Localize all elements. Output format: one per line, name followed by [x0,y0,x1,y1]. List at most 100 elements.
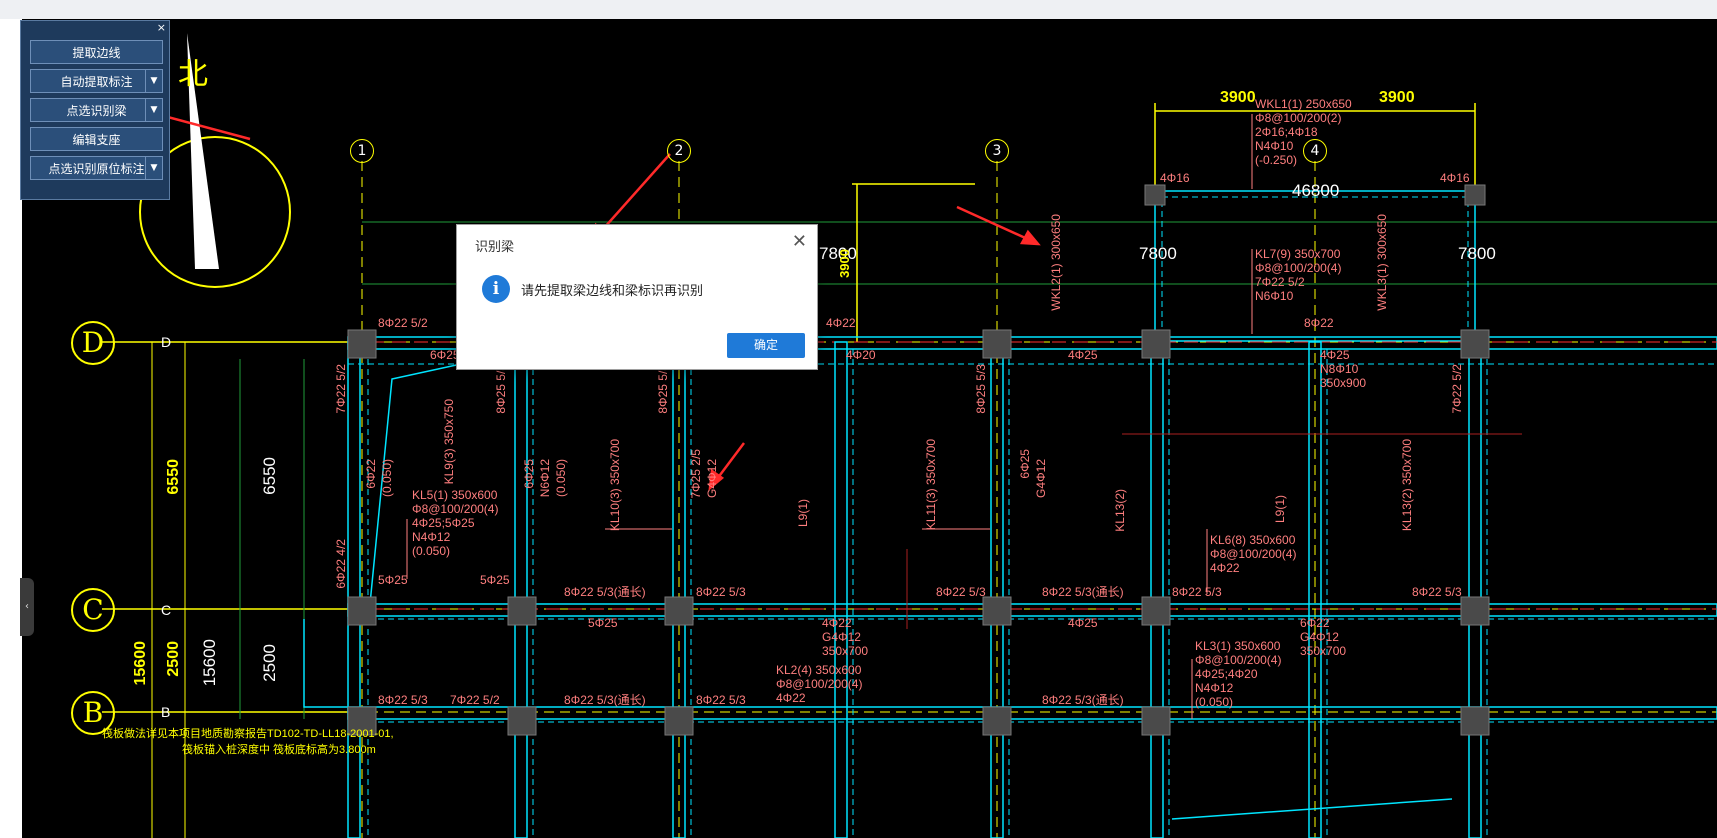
rebar-row-c-5: 8Φ22 5/3 [1172,585,1222,599]
auto-extract-annotation-button[interactable]: 自动提取标注 ▼ [30,69,163,93]
cad-canvas[interactable]: 北 D C B D C B 1 2 3 4 3900 3900 46800 78… [22,19,1717,838]
pick-identify-beam-button[interactable]: 点选识别梁 ▼ [30,98,163,122]
beam-label-kl11: KL11(3) 350x700 [924,439,938,531]
beam-label-line: 4Φ25;4Φ20 [1195,667,1258,681]
beam-label-line: (0.050) [412,544,451,558]
beam-label-line: 4Φ22 [1210,561,1240,575]
rebar-vert-13: (0.050) [554,459,568,498]
chevron-down-icon[interactable]: ▼ [145,99,162,121]
rebar-row-c-7: 5Φ25 [588,616,618,630]
rebar-row-c-4: 8Φ22 5/3(通长) [1042,585,1124,599]
beam-label-line: N4Φ12 [1195,681,1234,695]
beam-label-line: G4Φ12 [1300,630,1339,644]
beam-label-line: 350x700 [822,644,869,658]
dim-2500-yellow: 2500 [165,641,182,677]
rebar-vert-9: G4Φ12 [1034,459,1048,498]
beam-label-line: Φ8@100/200(4) [412,502,499,516]
rebar-vert-7: G4Φ12 [705,459,719,498]
beam-label-kl2: KL2(4) 350x600 Φ8@100/200(4) 4Φ22 [776,663,862,705]
rebar-vert-1: 8Φ25 5/3 [494,364,508,414]
top-bar [0,0,1717,20]
axis-bubble-d: D [71,321,115,365]
extract-edge-button[interactable]: 提取边线 [30,40,163,64]
beam-label-line: N4Φ10 [1255,139,1294,153]
axis-small-b: B [161,704,171,720]
beam-label-l9b: L9(1) [1273,495,1287,524]
beam-label-kl3: KL3(1) 350x600 Φ8@100/200(4) 4Φ25;4Φ20 N… [1195,639,1281,709]
beam-label-line: 350x900 [1320,376,1367,390]
beam-label-kl6: KL6(8) 350x600 Φ8@100/200(4) 4Φ22 [1210,533,1296,575]
beam-label-line: 4Φ22 [776,691,806,705]
identify-beam-dialog: 识别梁 ✕ i 请先提取梁边线和梁标识再识别 确定 [456,224,818,370]
dim-3900-left: 3900 [1220,89,1256,106]
axis-bubble-c: C [71,588,115,632]
rebar-4d16-right: 4Φ16 [1440,171,1470,185]
drawing-note-1: 筏板做法详见本项目地质勘察报告TD102-TD-LL18-2001-01, [102,728,394,740]
beam-label-line: Φ8@100/200(4) [1255,261,1342,275]
rebar-vert-4: 7Φ22 5/2 [1450,364,1464,414]
edit-support-label: 编辑支座 [72,133,121,147]
pick-identify-inplace-annotation-button[interactable]: 点选识别原位标注 ▼ [30,156,163,180]
rebar-4d22-b: 8Φ22 [1304,316,1334,330]
pick-identify-inplace-annotation-label: 点选识别原位标注 [48,162,145,176]
info-icon: i [482,275,510,303]
rebar-vert-12: N6Φ12 [538,459,552,498]
pick-identify-beam-label: 点选识别梁 [66,104,127,118]
beam-label-kl7: KL7(9) 350x700 Φ8@100/200(4) 7Φ22 5/2 N6… [1255,247,1341,303]
dim-total-46800: 46800 [1292,181,1340,200]
rebar-4d25-b: 4Φ25 [1068,348,1098,362]
beam-label-line: 4Φ22 [822,616,852,630]
beam-label-wkl1: WKL1(1) 250x650 Φ8@100/200(2) 2Φ16;4Φ18 … [1255,97,1352,167]
beam-label-line: (-0.250) [1255,153,1298,167]
rebar-4d22: 4Φ22 [826,316,856,330]
ok-button[interactable]: 确定 [727,333,805,358]
dim-6550-white: 6550 [260,457,279,495]
panel-collapse-tab[interactable]: ‹ [20,578,34,636]
rebar-n8d10: 4Φ25 N8Φ10 350x900 [1320,348,1366,390]
extract-edge-label: 提取边线 [72,46,121,60]
beam-label-line: Φ8@100/200(4) [1210,547,1297,561]
beam-label-l9: L9(1) [796,499,810,528]
axis-number-1: 1 [350,139,374,163]
rebar-row-c-8: 4Φ25 [1068,616,1098,630]
beam-label-line: 7Φ22 5/2 [1255,275,1305,289]
rebar-5d25-b: 5Φ25 [480,573,510,587]
axis-number-3: 3 [985,139,1009,163]
beam-label-line: 4Φ25 [1320,348,1350,362]
dim-3900-right: 3900 [1379,89,1415,106]
drawing-lines [102,33,1717,838]
beam-label-line: Φ8@100/200(4) [1195,653,1282,667]
beam-label-kl13: KL13(2) [1113,489,1127,532]
rebar-row-c-3: 8Φ22 5/3 [936,585,986,599]
axis-small-c: C [161,602,172,618]
rebar-vert-left-1: 7Φ22 5/2 [334,364,348,414]
rebar-vert-left-2: 6Φ22 4/2 [334,539,348,589]
beam-label-line: Φ8@100/200(4) [776,677,863,691]
chevron-down-icon[interactable]: ▼ [145,70,162,92]
toolbox-close-icon[interactable]: × [157,21,166,34]
dialog-message: 请先提取梁边线和梁标识再识别 [521,284,704,299]
beam-label-kl13b: KL13(2) 350x700 [1400,439,1414,532]
beam-label-kl10: KL10(3) 350x700 [608,439,622,532]
beam-label-line: 6Φ22 [1300,616,1330,630]
beam-label-line: N6Φ10 [1255,289,1294,303]
rebar-vert-3: 8Φ25 5/3 [974,364,988,414]
dim-7800-c: 7800 [1458,244,1496,263]
dim-15600-white: 15600 [200,639,219,687]
beam-label-line: 2Φ16;4Φ18 [1255,125,1318,139]
rebar-vert-8: 6Φ25 [1018,449,1032,479]
drawing-note-2: 筏板锚入桩深度中 筏板底标高为3.800m [182,744,376,756]
rebar-8d22-52: 8Φ22 5/2 [378,316,428,330]
rebar-4d20: 4Φ20 [846,348,876,362]
beam-label-kl9: KL9(3) 350x750 [442,399,456,485]
close-icon[interactable]: ✕ [792,231,807,252]
chevron-down-icon[interactable]: ▼ [145,157,162,179]
dim-3900-vertical: 3900 [837,249,852,278]
beam-label-line: 350x700 [1300,644,1347,658]
beam-label-line: G4Φ12 [822,630,861,644]
rebar-row-c-9: 4Φ22 G4Φ12 350x700 [822,616,868,658]
north-label: 北 [178,58,208,91]
edit-support-button[interactable]: 编辑支座 [30,127,163,151]
rebar-row-c-2: 8Φ22 5/3 [696,585,746,599]
rebar-4d16-left: 4Φ16 [1160,171,1190,185]
